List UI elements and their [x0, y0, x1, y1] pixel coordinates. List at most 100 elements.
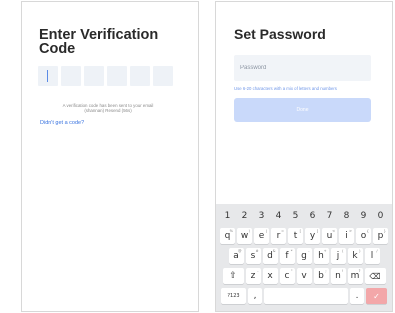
key-y-label: y — [309, 231, 316, 241]
page-title: Enter Verification Code — [39, 27, 159, 57]
enter-key[interactable]: ✓ — [366, 288, 387, 304]
key-p[interactable]: p} — [373, 228, 388, 244]
comma-key[interactable]: , — [248, 288, 262, 304]
key-c[interactable]: c " — [279, 268, 295, 284]
keyboard-row-2: a @ s # d & f * g- h + j( k) l / — [216, 248, 392, 264]
key-r[interactable]: r = — [271, 228, 286, 244]
code-digit-1[interactable] — [38, 66, 58, 86]
key-e-hint: | — [265, 229, 267, 233]
key-n-hint: ! — [342, 269, 344, 273]
shift-icon: ⇧ — [229, 271, 237, 281]
keyboard-row-1: q% w \ e | r = t[ y] u < i > o{ p} — [216, 228, 392, 244]
key-k[interactable]: k) — [347, 248, 363, 264]
keyboard-row-3: ⇧ z- x c " v b; n! m? ⌫ — [216, 268, 392, 284]
key-z-hint: - — [257, 269, 259, 273]
key-o[interactable]: o{ — [356, 228, 371, 244]
key-1[interactable]: 1 — [220, 208, 235, 224]
key-j[interactable]: j( — [330, 248, 346, 264]
key-n[interactable]: n! — [330, 268, 346, 284]
key-k-label: k — [352, 251, 358, 261]
key-x-label: x — [267, 271, 273, 281]
key-q-hint: % — [229, 229, 233, 233]
set-password-screen: Set Password Use 6-20 characters with a … — [215, 1, 393, 312]
key-x[interactable]: x — [262, 268, 278, 284]
key-r-label: r — [276, 231, 281, 241]
verification-screen: Enter Verification Code A verification c… — [21, 1, 199, 312]
key-f-label: f — [285, 251, 289, 261]
key-a[interactable]: a @ — [228, 248, 244, 264]
space-key[interactable] — [264, 288, 348, 304]
key-e-label: e — [258, 231, 265, 241]
code-digit-3[interactable] — [84, 66, 104, 86]
key-5[interactable]: 5 — [288, 208, 303, 224]
key-r-hint: = — [281, 229, 284, 233]
key-s[interactable]: s # — [245, 248, 261, 264]
code-sent-note: A verification code has been sent to you… — [62, 103, 154, 114]
key-p-hint: } — [383, 229, 386, 233]
done-button[interactable]: Done — [234, 98, 371, 122]
key-o-hint: { — [366, 229, 369, 233]
key-e[interactable]: e | — [254, 228, 269, 244]
key-d[interactable]: d & — [262, 248, 278, 264]
password-hint: Use 6-20 characters with a mix of letter… — [234, 86, 337, 91]
key-m[interactable]: m? — [347, 268, 363, 284]
key-8[interactable]: 8 — [339, 208, 354, 224]
key-u[interactable]: u < — [322, 228, 337, 244]
key-d-hint: & — [272, 249, 276, 253]
key-9[interactable]: 9 — [356, 208, 371, 224]
shift-key[interactable]: ⇧ — [222, 268, 244, 284]
backspace-key[interactable]: ⌫ — [364, 268, 386, 284]
code-digit-4[interactable] — [107, 66, 127, 86]
no-code-link[interactable]: Didn't get a code? — [40, 120, 84, 126]
key-t-hint: [ — [299, 229, 301, 233]
key-w[interactable]: w \ — [237, 228, 252, 244]
key-0[interactable]: 0 — [373, 208, 388, 224]
key-7[interactable]: 7 — [322, 208, 337, 224]
key-b[interactable]: b; — [313, 268, 329, 284]
key-n-label: n — [335, 271, 341, 281]
key-s-hint: # — [255, 249, 259, 253]
key-y[interactable]: y] — [305, 228, 320, 244]
key-h-hint: + — [323, 249, 327, 253]
key-t-label: t — [293, 231, 298, 241]
key-j-hint: ( — [342, 249, 344, 253]
key-u-hint: < — [332, 229, 335, 233]
key-i-hint: > — [349, 229, 352, 233]
key-c-label: c — [284, 271, 290, 281]
password-input[interactable] — [234, 55, 371, 81]
symbols-key[interactable]: ?123 — [221, 288, 246, 304]
code-digit-6[interactable] — [153, 66, 173, 86]
code-input-row[interactable] — [38, 66, 173, 86]
key-z-label: z — [250, 271, 256, 281]
key-c-hint: " — [290, 269, 293, 273]
key-l-hint: / — [376, 249, 378, 253]
key-3[interactable]: 3 — [254, 208, 269, 224]
key-p-label: p — [377, 231, 384, 241]
key-2[interactable]: 2 — [237, 208, 252, 224]
key-y-hint: ] — [316, 229, 318, 233]
keyboard-row-4: ?123 , . ✓ — [216, 288, 392, 304]
key-z[interactable]: z- — [245, 268, 261, 284]
key-f[interactable]: f * — [279, 248, 295, 264]
key-i-label: i — [345, 231, 348, 241]
key-g[interactable]: g- — [296, 248, 312, 264]
code-digit-5[interactable] — [130, 66, 150, 86]
key-h[interactable]: h + — [313, 248, 329, 264]
key-k-hint: ) — [359, 249, 361, 253]
key-t[interactable]: t[ — [288, 228, 303, 244]
key-v[interactable]: v — [296, 268, 312, 284]
key-l-label: l — [370, 251, 374, 261]
keyboard-number-row: 1 2 3 4 5 6 7 8 9 0 — [216, 208, 392, 224]
key-q[interactable]: q% — [220, 228, 235, 244]
page-title: Set Password — [234, 26, 326, 42]
key-4[interactable]: 4 — [271, 208, 286, 224]
period-key[interactable]: . — [350, 288, 364, 304]
key-f-hint: * — [290, 249, 293, 253]
key-l[interactable]: l / — [364, 248, 380, 264]
code-digit-2[interactable] — [61, 66, 81, 86]
key-a-hint: @ — [238, 249, 242, 253]
keyboard: 1 2 3 4 5 6 7 8 9 0 q% w \ e | r = t[ y] u <… — [216, 204, 392, 311]
key-6[interactable]: 6 — [305, 208, 320, 224]
key-i[interactable]: i > — [339, 228, 354, 244]
key-v-label: v — [301, 271, 307, 281]
